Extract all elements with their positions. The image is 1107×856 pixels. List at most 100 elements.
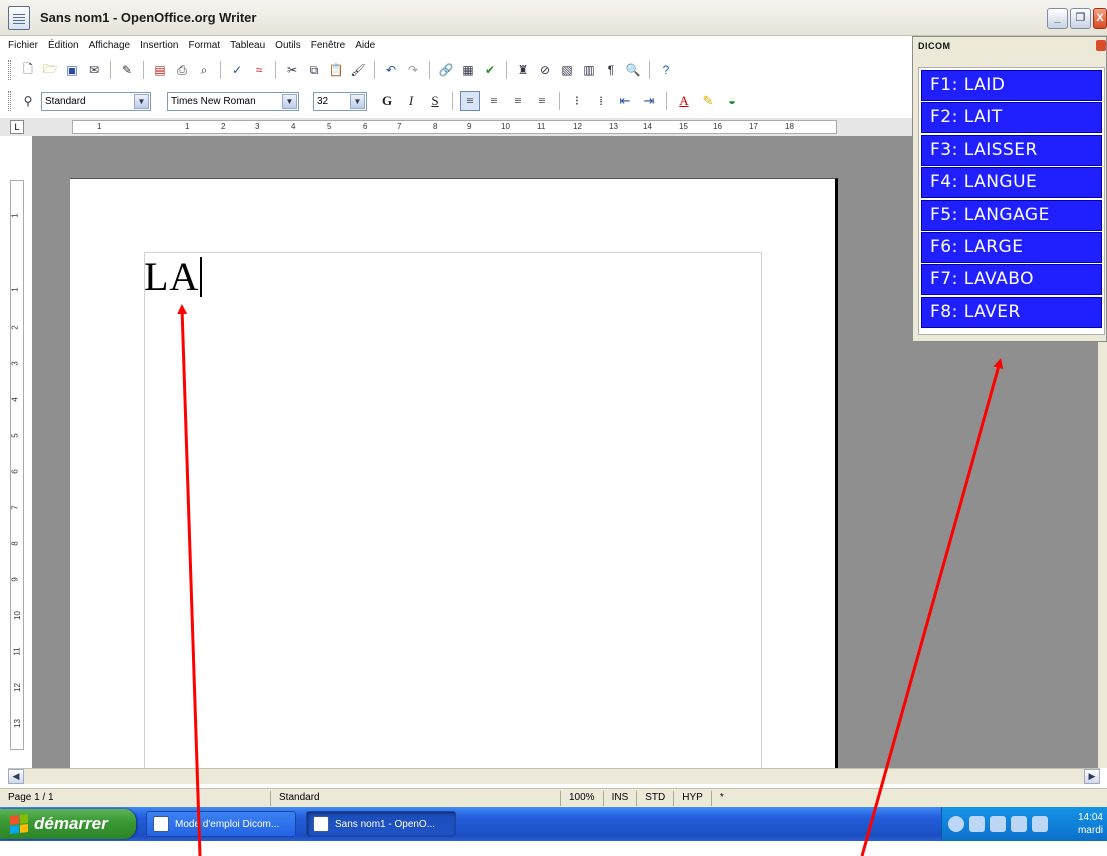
page-preview-icon[interactable]: ⌕ [195,61,213,79]
dicom-suggestion[interactable]: F6: LARGE [921,231,1102,263]
justify-icon[interactable]: ≡ [532,91,552,111]
vertical-ruler[interactable]: 1 1 2 3 4 5 6 7 8 9 10 11 12 13 [10,180,24,750]
status-hyperlink-mode[interactable]: HYP [673,790,711,806]
dicom-suggestion[interactable]: F5: LANGAGE [921,199,1102,231]
restore-button[interactable]: ❐ [1070,8,1091,29]
find-replace-icon[interactable]: ♜ [514,61,532,79]
tray-clock[interactable]: 14:04 mardi [1078,811,1107,837]
horizontal-ruler-area: L 1 1 2 3 4 5 6 7 8 9 10 11 12 13 14 15 … [0,118,912,136]
minimize-button[interactable]: _ [1047,8,1068,29]
status-style[interactable]: Standard [270,790,560,806]
new-document-icon[interactable]: 🗋 [19,61,37,79]
font-name-select[interactable]: Times New Roman ▼ [167,91,299,111]
underline-button[interactable]: S [425,91,445,111]
gallery-icon[interactable]: ▧ [558,61,576,79]
formatting-marks-icon[interactable]: ¶ [602,61,620,79]
export-pdf-icon[interactable]: ▤ [151,61,169,79]
menu-outils[interactable]: Outils [275,40,301,51]
spellcheck-icon[interactable]: ✓ [228,61,246,79]
highlight-icon[interactable]: ✎ [698,91,718,111]
status-zoom[interactable]: 100% [560,790,603,806]
menu-fenetre[interactable]: Fenêtre [311,40,345,51]
horizontal-scrollbar[interactable]: ◀ ▶ [8,768,1100,784]
dicom-suggestion[interactable]: F3: LAISSER [921,134,1102,166]
start-label: démarrer [34,814,108,833]
font-color-icon[interactable]: A [674,91,694,111]
dicom-suggestion[interactable]: F8: LAVER [921,296,1102,328]
hyperlink-icon[interactable]: 🔗 [437,61,455,79]
taskbar-item-label: Sans nom1 - OpenO... [335,818,436,830]
ruler-tick-label: 9 [467,122,472,131]
email-icon[interactable]: ✉ [85,61,103,79]
menu-tableau[interactable]: Tableau [230,40,265,51]
scroll-left-icon[interactable]: ◀ [8,769,24,784]
close-button[interactable]: X [1093,8,1107,29]
dicom-suggestion[interactable]: F4: LANGUE [921,167,1102,199]
autospellcheck-icon[interactable]: ≈ [250,61,268,79]
styles-formatting-icon[interactable]: ⚲ [19,92,37,110]
copy-icon[interactable]: ⧉ [305,61,323,79]
status-selection-mode[interactable]: STD [636,790,673,806]
align-center-icon[interactable]: ≡ [484,91,504,111]
align-left-icon[interactable]: ≡ [460,91,480,111]
taskbar: démarrer Mode d'emploi Dicom... Sans nom… [0,807,1107,841]
tray-security-icon[interactable] [1011,816,1027,832]
datasources-icon[interactable]: ▥ [580,61,598,79]
dicom-suggestion[interactable]: F7: LAVABO [921,264,1102,296]
status-insert-mode[interactable]: INS [602,790,637,806]
formatting-toolbar: ⚲ Standard ▼ Times New Roman ▼ 32 ▼ G I … [0,86,912,116]
decrease-indent-icon[interactable]: ⇤ [615,91,635,111]
menu-fichier[interactable]: Fichier [8,40,38,51]
taskbar-item-mode-emploi[interactable]: Mode d'emploi Dicom... [146,811,296,837]
tray-monitor-icon[interactable] [990,816,1006,832]
paintbrush-icon[interactable]: 🖌 [349,61,367,79]
save-icon[interactable]: ▣ [63,61,81,79]
toolbar-grip[interactable] [8,60,11,80]
paste-icon[interactable]: 📋 [327,61,345,79]
ruler-tick-label: 1 [10,213,20,218]
paragraph-style-select[interactable]: Standard ▼ [41,91,151,111]
tray-network-icon[interactable] [969,816,985,832]
document-page[interactable]: LA [70,178,838,768]
toolbar-grip[interactable] [8,91,11,111]
menu-aide[interactable]: Aide [355,40,375,51]
italic-button[interactable]: I [401,91,421,111]
start-button[interactable]: démarrer [0,809,136,839]
menu-affichage[interactable]: Affichage [89,40,131,51]
chevron-down-icon[interactable]: ▼ [350,93,365,109]
zoom-icon[interactable]: 🔍 [624,61,642,79]
redo-icon[interactable]: ↷ [404,61,422,79]
numbering-icon[interactable]: ⁝ [567,91,587,111]
dicom-suggestion[interactable]: F2: LAIT [921,102,1102,134]
menu-format[interactable]: Format [188,40,220,51]
scroll-right-icon[interactable]: ▶ [1084,769,1100,784]
chevron-down-icon[interactable]: ▼ [282,93,297,109]
increase-indent-icon[interactable]: ⇥ [639,91,659,111]
align-right-icon[interactable]: ≡ [508,91,528,111]
chevron-down-icon[interactable]: ▼ [134,93,149,109]
tray-expand-icon[interactable] [948,816,964,832]
menu-edition[interactable]: Édition [48,40,79,51]
edit-file-icon[interactable]: ✎ [118,61,136,79]
undo-icon[interactable]: ↶ [382,61,400,79]
cut-icon[interactable]: ✂ [283,61,301,79]
dicom-suggestion[interactable]: F1: LAID [921,70,1102,101]
table-icon[interactable]: ▦ [459,61,477,79]
taskbar-item-writer[interactable]: Sans nom1 - OpenO... [306,811,456,837]
toolbar-separator [559,92,560,110]
navigator-icon[interactable]: ⊘ [536,61,554,79]
dicom-close-icon[interactable] [1096,40,1106,51]
background-color-icon[interactable]: ◒ [722,91,742,111]
document-text-area[interactable]: LA [144,253,203,300]
open-folder-icon[interactable]: 🗁 [41,61,59,79]
print-icon[interactable]: ⎙ [173,61,191,79]
bullets-icon[interactable]: ⁞ [591,91,611,111]
tab-stop-selector[interactable]: L [10,120,24,134]
menu-insertion[interactable]: Insertion [140,40,178,51]
horizontal-ruler[interactable]: 1 1 2 3 4 5 6 7 8 9 10 11 12 13 14 15 16… [72,120,837,134]
tray-users-icon[interactable] [1032,816,1048,832]
help-icon[interactable]: ? [657,61,675,79]
bold-button[interactable]: G [377,91,397,111]
font-size-select[interactable]: 32 ▼ [313,91,367,111]
draw-functions-icon[interactable]: ✔ [481,61,499,79]
